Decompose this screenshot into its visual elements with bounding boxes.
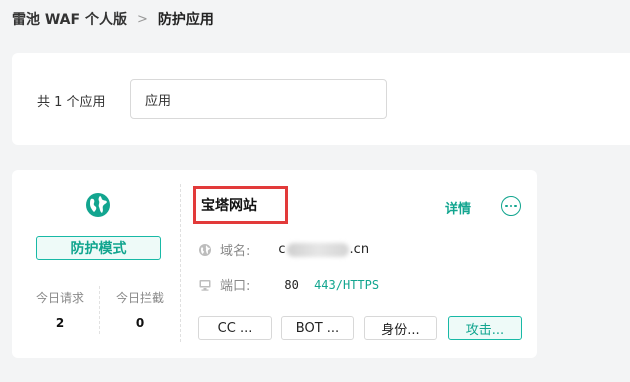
app-name[interactable]: 宝塔网站	[193, 186, 288, 224]
requests-today-label: 今日请求	[35, 291, 84, 305]
filter-card: 共 1 个应用 应用	[12, 53, 630, 145]
blocked-today-value: 0	[135, 316, 145, 330]
breadcrumb: 雷池 WAF 个人版 > 防护应用	[12, 9, 214, 29]
port-http: 80	[284, 277, 299, 292]
domain-row: 域名: c .cn	[198, 240, 369, 259]
search-input[interactable]: 应用	[130, 79, 387, 119]
identity-auth-button[interactable]: 身份...	[364, 316, 437, 340]
breadcrumb-separator: >	[136, 11, 148, 27]
protection-mode-badge[interactable]: 防护模式	[36, 236, 161, 260]
domain-label: 域名:	[220, 244, 251, 259]
column-divider	[180, 184, 181, 342]
requests-today-stat: 今日请求 2	[18, 289, 102, 330]
globe-icon	[86, 193, 110, 217]
domain-suffix: .cn	[349, 242, 370, 257]
port-label: 端口:	[220, 279, 251, 294]
breadcrumb-current: 防护应用	[157, 12, 214, 28]
domain-value[interactable]: c .cn	[278, 242, 369, 257]
blocked-today-stat: 今日拦截 0	[98, 289, 182, 330]
port-value: 80 443/HTTPS	[284, 278, 379, 292]
port-https: 443/HTTPS	[314, 277, 380, 292]
more-options-icon[interactable]	[501, 196, 521, 216]
app-count-label: 共 1 个应用	[37, 95, 106, 110]
attack-protection-button[interactable]: 攻击...	[448, 316, 522, 340]
bot-protection-button[interactable]: BOT ...	[281, 316, 354, 340]
app-summary: 防护模式 今日请求 2 今日拦截 0	[12, 170, 180, 358]
monitor-icon	[199, 279, 211, 291]
globe-small-icon	[199, 243, 211, 256]
requests-today-value: 2	[55, 316, 65, 330]
cc-protection-button[interactable]: CC ...	[198, 316, 272, 340]
domain-redaction	[286, 242, 349, 257]
breadcrumb-root[interactable]: 雷池 WAF 个人版	[12, 9, 127, 29]
blocked-today-label: 今日拦截	[115, 291, 164, 305]
port-row: 端口: 80 443/HTTPS	[198, 275, 379, 294]
detail-link[interactable]: 详情	[445, 198, 471, 217]
domain-prefix: c	[278, 242, 286, 257]
app-card[interactable]: 防护模式 今日请求 2 今日拦截 0 宝塔网站 详情 域名: c .cn 端口:…	[12, 170, 537, 358]
